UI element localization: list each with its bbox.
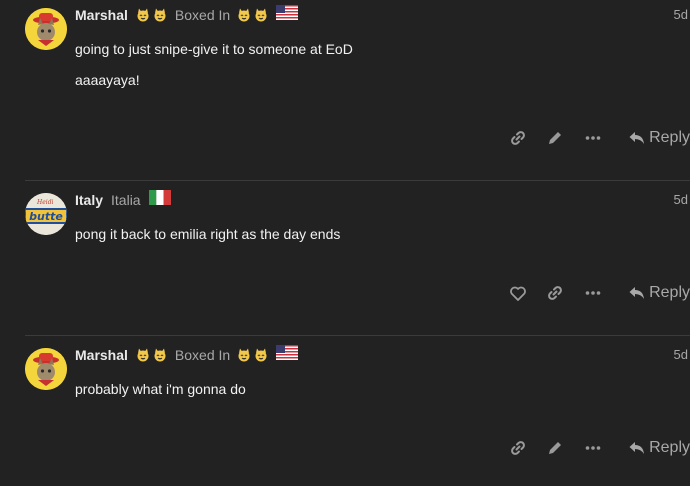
reply-icon xyxy=(629,442,645,454)
link-icon[interactable] xyxy=(509,129,527,147)
username[interactable]: Italy xyxy=(75,192,103,208)
emoji-group xyxy=(133,348,167,362)
avatar[interactable] xyxy=(25,8,67,50)
post-date[interactable]: 5d xyxy=(674,347,688,362)
username[interactable]: Marshal xyxy=(75,7,128,23)
user-title: Boxed In xyxy=(174,347,231,363)
link-icon[interactable] xyxy=(546,284,564,302)
svg-text:butte: butte xyxy=(29,210,63,223)
reply-button[interactable]: Reply xyxy=(629,281,690,305)
cat-emoji-icon xyxy=(136,8,150,22)
avatar[interactable]: butte Heidi xyxy=(25,193,67,235)
post-date[interactable]: 5d xyxy=(674,7,688,22)
post-date[interactable]: 5d xyxy=(674,192,688,207)
cat-emoji-icon xyxy=(237,348,251,362)
post-text: probably what i'm gonna do xyxy=(75,381,246,397)
post-actions: Reply xyxy=(0,436,690,460)
cat-emoji-icon xyxy=(237,8,251,22)
more-icon[interactable] xyxy=(584,284,602,302)
post-actions: Reply xyxy=(0,281,690,305)
svg-text:Heidi: Heidi xyxy=(36,199,54,206)
avatar[interactable] xyxy=(25,348,67,390)
emoji-group xyxy=(234,8,268,22)
more-icon[interactable] xyxy=(584,129,602,147)
reply-button[interactable]: Reply xyxy=(629,126,690,150)
edit-icon[interactable] xyxy=(546,129,564,147)
cat-emoji-icon xyxy=(136,348,150,362)
cat-emoji-icon xyxy=(153,8,167,22)
more-icon[interactable] xyxy=(584,439,602,457)
heart-icon[interactable] xyxy=(509,284,527,302)
user-title: Boxed In xyxy=(174,7,231,23)
post-text: aaaayaya! xyxy=(75,72,140,88)
cat-emoji-icon xyxy=(153,348,167,362)
emoji-group xyxy=(234,348,268,362)
reply-icon xyxy=(629,287,645,299)
post-actions: Reply xyxy=(0,126,690,150)
post-text: going to just snipe-give it to someone a… xyxy=(75,41,353,57)
cat-emoji-icon xyxy=(254,8,268,22)
reply-icon xyxy=(629,132,645,144)
topic-feed: Marshal Boxed In 5d going to just snipe-… xyxy=(0,0,690,486)
post: Marshal Boxed In xyxy=(0,336,690,486)
post-text: pong it back to emilia right as the day … xyxy=(75,226,341,242)
us-flag-icon xyxy=(276,345,299,365)
reply-label: Reply xyxy=(649,439,690,456)
cat-emoji-icon xyxy=(254,348,268,362)
post-meta: Marshal Boxed In xyxy=(75,345,299,365)
post: butte Heidi Italy Italia 5d pong it back… xyxy=(0,181,690,335)
full-name: Italia xyxy=(111,192,141,208)
username[interactable]: Marshal xyxy=(75,347,128,363)
post: Marshal Boxed In xyxy=(0,0,690,180)
reply-button[interactable]: Reply xyxy=(629,436,690,460)
edit-icon[interactable] xyxy=(546,439,564,457)
us-flag-icon xyxy=(276,5,299,25)
post-meta: Marshal Boxed In xyxy=(75,5,299,25)
reply-label: Reply xyxy=(649,129,690,146)
post-meta: Italy Italia xyxy=(75,190,171,210)
link-icon[interactable] xyxy=(509,439,527,457)
emoji-group xyxy=(133,8,167,22)
italy-flag-icon xyxy=(148,190,171,210)
reply-label: Reply xyxy=(649,284,690,301)
